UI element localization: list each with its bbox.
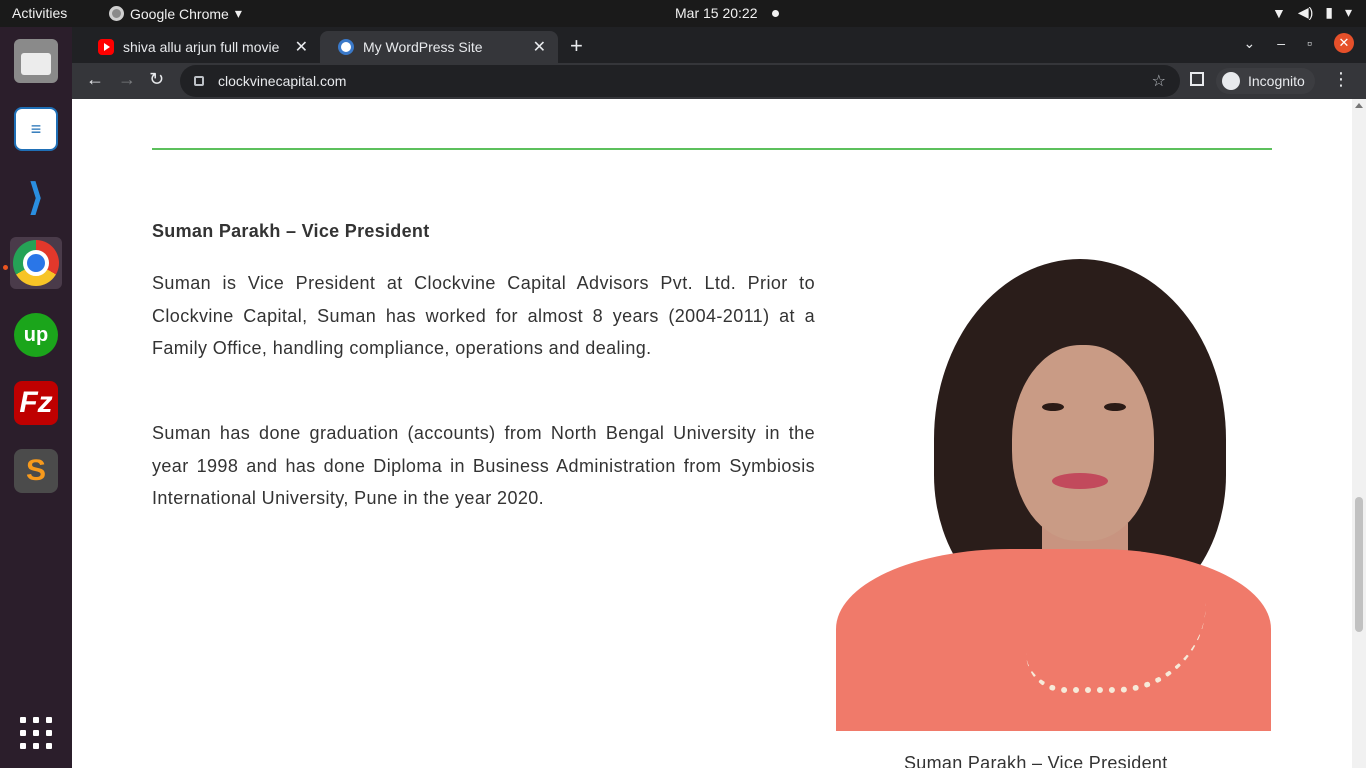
page-scrollbar[interactable] — [1352, 99, 1366, 768]
minimize-button[interactable]: – — [1277, 35, 1285, 51]
youtube-icon — [98, 39, 114, 55]
dock-item-sublime[interactable]: S — [10, 445, 62, 497]
url-text: clockvinecapital.com — [218, 73, 347, 89]
close-tab-icon[interactable]: ✕ — [533, 37, 546, 57]
tab-youtube[interactable]: shiva allu arjun full movie ✕ — [80, 31, 320, 63]
filezilla-icon: Fz — [14, 381, 58, 425]
chrome-icon — [13, 240, 59, 286]
clock[interactable]: Mar 15 20:22 — [675, 5, 779, 21]
dock-item-files[interactable] — [10, 35, 62, 87]
wordpress-icon — [338, 39, 354, 55]
section-divider — [152, 148, 1272, 150]
side-panel-icon[interactable] — [1190, 72, 1204, 86]
dock-item-upwork[interactable]: up — [10, 309, 62, 361]
new-tab-button[interactable]: + — [570, 33, 583, 59]
dock-item-chrome[interactable] — [10, 237, 62, 289]
system-tray[interactable]: ▼ ◀) ▮ ▾ — [1272, 4, 1352, 21]
upwork-icon: up — [14, 313, 58, 357]
web-page: Suman Parakh – Vice President Suman is V… — [72, 99, 1352, 768]
chevron-down-icon: ▾ — [234, 5, 242, 21]
sublime-text-icon: S — [14, 449, 58, 493]
profile-photo — [836, 253, 1271, 731]
more-menu-icon[interactable]: ⋮ — [1332, 69, 1350, 90]
window-controls: ⌄ – ▫ ✕ — [1244, 33, 1354, 53]
tab-wordpress[interactable]: My WordPress Site ✕ — [320, 31, 558, 63]
show-applications-icon[interactable] — [20, 717, 52, 749]
photo-caption: Suman Parakh – Vice President — [904, 753, 1168, 768]
chrome-icon — [109, 6, 124, 21]
maximize-button[interactable]: ▫ — [1307, 35, 1312, 51]
tab-title: shiva allu arjun full movie — [123, 39, 280, 55]
battery-icon: ▮ — [1325, 4, 1333, 20]
dock-item-vscode[interactable]: ⟩ — [10, 171, 62, 223]
app-menu[interactable]: Google Chrome ▾ — [109, 5, 242, 22]
tab-title: My WordPress Site — [363, 39, 483, 55]
notification-dot-icon — [771, 9, 779, 17]
files-icon — [14, 39, 58, 83]
scrollbar-thumb[interactable] — [1355, 497, 1363, 632]
tab-strip: shiva allu arjun full movie ✕ My WordPre… — [72, 27, 1366, 63]
browser-toolbar: ← → ↻ clockvinecapital.com ☆ Incognito ⋮ — [72, 63, 1366, 99]
address-bar[interactable]: clockvinecapital.com ☆ — [180, 65, 1180, 97]
reload-icon[interactable]: ↻ — [149, 69, 164, 90]
bookmark-star-icon[interactable]: ☆ — [1152, 71, 1166, 91]
dock-item-filezilla[interactable]: Fz — [10, 377, 62, 429]
dock-item-writer[interactable]: ≡ — [10, 103, 62, 155]
lock-icon[interactable] — [194, 76, 204, 86]
datetime-label: Mar 15 20:22 — [675, 5, 758, 21]
incognito-icon — [1222, 72, 1240, 90]
close-window-button[interactable]: ✕ — [1334, 33, 1354, 53]
wifi-icon: ▼ — [1271, 4, 1286, 21]
scroll-up-icon[interactable] — [1355, 103, 1363, 108]
writer-icon: ≡ — [14, 107, 58, 151]
bio-paragraph: Suman is Vice President at Clockvine Cap… — [152, 273, 815, 358]
person-heading: Suman Parakh – Vice President — [152, 221, 430, 241]
vscode-icon: ⟩ — [27, 176, 45, 219]
activities-button[interactable]: Activities — [12, 5, 67, 21]
tab-search-chevron-icon[interactable]: ⌄ — [1244, 35, 1256, 52]
forward-arrow-icon[interactable]: → — [118, 69, 136, 90]
incognito-indicator[interactable]: Incognito — [1216, 68, 1315, 94]
education-paragraph: Suman has done graduation (accounts) fro… — [152, 423, 815, 508]
power-menu-chevron-icon: ▾ — [1344, 4, 1352, 20]
back-arrow-icon[interactable]: ← — [86, 69, 104, 90]
close-tab-icon[interactable]: ✕ — [295, 37, 308, 57]
volume-icon: ◀) — [1297, 4, 1314, 20]
incognito-label: Incognito — [1248, 73, 1305, 89]
dock: ≡ ⟩ up Fz S — [0, 27, 72, 768]
running-indicator-icon — [3, 265, 8, 270]
system-top-bar: Activities Google Chrome ▾ Mar 15 20:22 … — [0, 0, 1366, 27]
app-menu-label: Google Chrome — [130, 5, 229, 22]
